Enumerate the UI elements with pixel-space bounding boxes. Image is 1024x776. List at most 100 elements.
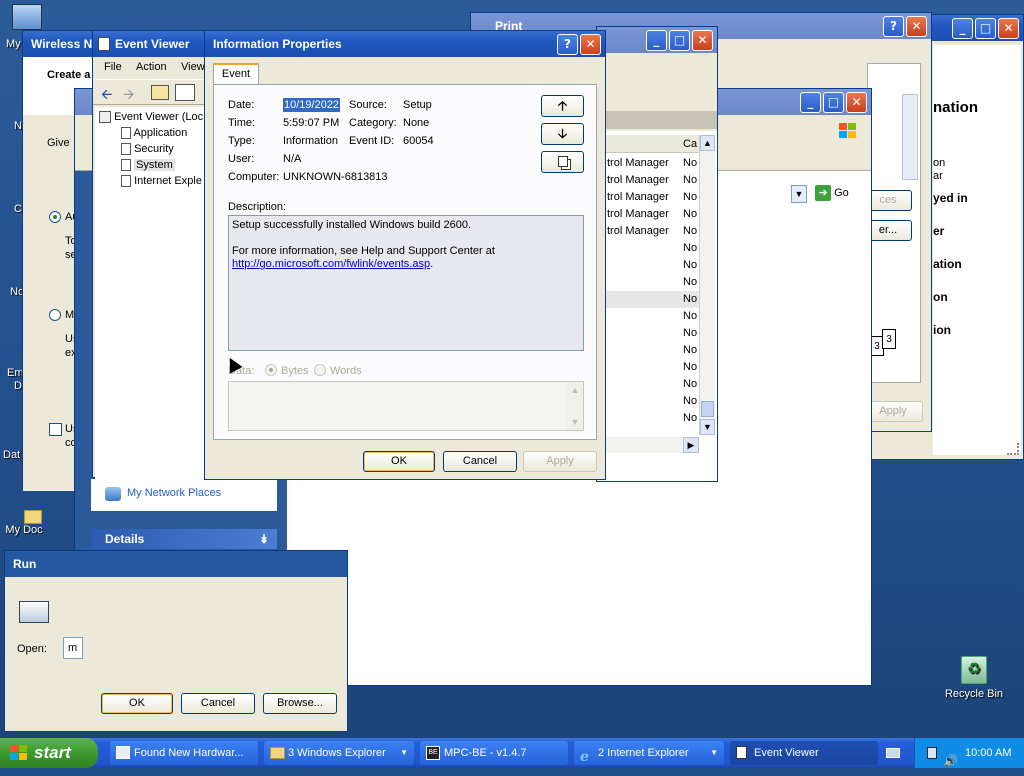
list-item[interactable]: trol Manager bbox=[607, 206, 669, 223]
start-button[interactable]: start bbox=[0, 738, 98, 768]
list-item[interactable]: No bbox=[683, 410, 697, 427]
desktop-icon-recycle-bin[interactable]: ♻ Recycle Bin bbox=[940, 656, 1008, 700]
list-item[interactable]: No bbox=[683, 308, 697, 325]
previous-event-button[interactable]: 🡡 bbox=[541, 95, 584, 117]
data-box[interactable]: ▲ ▼ bbox=[228, 381, 584, 431]
wireless-radio-auto[interactable] bbox=[49, 211, 61, 223]
wireless-radio-manual[interactable] bbox=[49, 309, 61, 321]
list-item[interactable]: trol Manager bbox=[607, 155, 669, 172]
scroll-down-icon[interactable]: ▼ bbox=[567, 414, 583, 430]
list-item[interactable]: trol Manager bbox=[607, 223, 669, 240]
date-value[interactable]: 10/19/2022 bbox=[283, 98, 341, 112]
task-internet-explorer-group[interactable]: e 2 Internet Explorer ▼ bbox=[574, 741, 724, 765]
list-item[interactable]: No bbox=[683, 342, 697, 359]
time-value: 5:59:07 PM bbox=[283, 117, 340, 129]
label-event-id: Event ID: bbox=[349, 135, 395, 147]
go-button[interactable]: ➜ Go bbox=[815, 185, 857, 203]
up-folder-icon[interactable] bbox=[151, 85, 169, 100]
list-item[interactable]: No bbox=[683, 376, 697, 393]
minimize-icon[interactable]: _ bbox=[952, 18, 973, 39]
list-item[interactable]: No bbox=[683, 155, 697, 172]
tab-event[interactable]: Event bbox=[213, 63, 259, 85]
description-box[interactable]: Setup successfully installed Windows bui… bbox=[228, 215, 584, 351]
run-browse-button[interactable]: Browse... bbox=[263, 693, 337, 714]
tree-item-security[interactable]: Security bbox=[121, 143, 174, 156]
close-icon[interactable]: ✕ bbox=[906, 16, 927, 37]
close-icon[interactable]: ✕ bbox=[998, 18, 1019, 39]
run-open-input[interactable]: m bbox=[63, 637, 83, 659]
info-ok-button[interactable]: OK bbox=[363, 451, 435, 472]
menu-action[interactable]: Action bbox=[136, 57, 167, 77]
my-network-places-link[interactable]: My Network Places bbox=[127, 487, 221, 499]
tree-item-system[interactable]: System bbox=[121, 159, 175, 172]
vertical-scrollbar[interactable]: ▲ ▼ bbox=[699, 135, 715, 435]
help-icon[interactable]: ? bbox=[883, 16, 904, 37]
list-item[interactable]: trol Manager bbox=[607, 172, 669, 189]
taskbar: start Found New Hardwar... 3 Windows Exp… bbox=[0, 738, 1024, 768]
wireless-checkbox[interactable] bbox=[49, 423, 62, 436]
maximize-icon[interactable]: □ bbox=[823, 92, 844, 113]
desktop-icon-my-documents[interactable]: My Doc bbox=[2, 510, 46, 536]
list-item[interactable]: trol Manager bbox=[607, 189, 669, 206]
keyboard-icon[interactable] bbox=[886, 748, 900, 758]
list-item[interactable]: No bbox=[683, 172, 697, 189]
info-cancel-button[interactable]: Cancel bbox=[443, 451, 517, 472]
clock[interactable]: 10:00 AM bbox=[965, 738, 1011, 768]
task-event-viewer[interactable]: Event Viewer bbox=[730, 741, 878, 765]
tree-root[interactable]: Event Viewer (Loc bbox=[99, 111, 203, 124]
menu-file[interactable]: File bbox=[104, 57, 122, 77]
details-panel-header[interactable]: Details ↡ bbox=[91, 529, 277, 549]
maximize-icon[interactable]: □ bbox=[975, 18, 996, 39]
radio-words[interactable] bbox=[314, 364, 326, 376]
scroll-up-icon[interactable]: ▲ bbox=[700, 135, 715, 151]
info-apply-button[interactable]: Apply bbox=[523, 451, 597, 472]
next-event-button[interactable]: 🡣 bbox=[541, 123, 584, 145]
task-mpc-be[interactable]: BE MPC-BE - v1.4.7 bbox=[420, 741, 568, 765]
data-scrollbar[interactable]: ▲ ▼ bbox=[567, 382, 583, 430]
horizontal-scrollbar[interactable]: ▶ bbox=[597, 437, 699, 453]
category-value: None bbox=[403, 117, 430, 129]
list-item[interactable]: No bbox=[683, 257, 697, 274]
radio-bytes[interactable] bbox=[265, 364, 277, 376]
scroll-down-icon[interactable]: ▼ bbox=[700, 419, 715, 435]
forward-icon[interactable]: 🡪 bbox=[123, 84, 134, 108]
scroll-right-icon[interactable]: ▶ bbox=[683, 437, 699, 453]
list-item[interactable]: No bbox=[683, 274, 697, 291]
resize-grip-icon[interactable] bbox=[1007, 443, 1019, 455]
close-icon[interactable]: ✕ bbox=[846, 92, 867, 113]
list-item[interactable]: No bbox=[683, 325, 697, 342]
list-item[interactable]: No bbox=[683, 240, 697, 257]
scroll-thumb[interactable] bbox=[701, 401, 714, 417]
show-hide-tree-icon[interactable] bbox=[175, 84, 195, 101]
task-found-new-hardware[interactable]: Found New Hardwar... bbox=[110, 741, 258, 765]
desktop-icon-computer[interactable] bbox=[2, 4, 52, 30]
list-item[interactable]: No bbox=[683, 393, 697, 410]
task-windows-explorer-group[interactable]: 3 Windows Explorer ▼ bbox=[264, 741, 414, 765]
back-icon[interactable]: 🡨 bbox=[101, 84, 112, 108]
tree-item-internet-explorer[interactable]: Internet Exple bbox=[121, 175, 202, 188]
print-apply-button[interactable]: Apply bbox=[863, 401, 923, 422]
close-icon[interactable]: ✕ bbox=[692, 30, 713, 51]
list-item[interactable]: No bbox=[683, 291, 697, 308]
copy-button[interactable] bbox=[541, 151, 584, 173]
minimize-icon[interactable]: _ bbox=[646, 30, 667, 51]
list-item[interactable]: No bbox=[683, 223, 697, 240]
print-scrollbar[interactable] bbox=[902, 94, 918, 180]
maximize-icon[interactable]: □ bbox=[669, 30, 690, 51]
list-item[interactable]: No bbox=[683, 206, 697, 223]
scroll-up-icon[interactable]: ▲ bbox=[567, 382, 583, 398]
list-item[interactable]: No bbox=[683, 359, 697, 376]
list-item[interactable]: No bbox=[683, 189, 697, 206]
help-center-link[interactable]: http://go.microsoft.com/fwlink/events.as… bbox=[232, 258, 430, 270]
address-dropdown-icon[interactable]: ▼ bbox=[791, 185, 807, 203]
run-ok-button[interactable]: OK bbox=[101, 693, 173, 714]
column-header[interactable]: Ca bbox=[597, 135, 699, 153]
help-icon[interactable]: ? bbox=[557, 34, 578, 55]
tree-item-application[interactable]: Application bbox=[121, 127, 187, 140]
network-icon[interactable] bbox=[927, 747, 937, 759]
menu-view[interactable]: View bbox=[181, 57, 205, 77]
volume-icon[interactable]: 🔊 bbox=[943, 746, 958, 776]
minimize-icon[interactable]: _ bbox=[800, 92, 821, 113]
close-icon[interactable]: ✕ bbox=[580, 34, 601, 55]
run-cancel-button[interactable]: Cancel bbox=[181, 693, 255, 714]
